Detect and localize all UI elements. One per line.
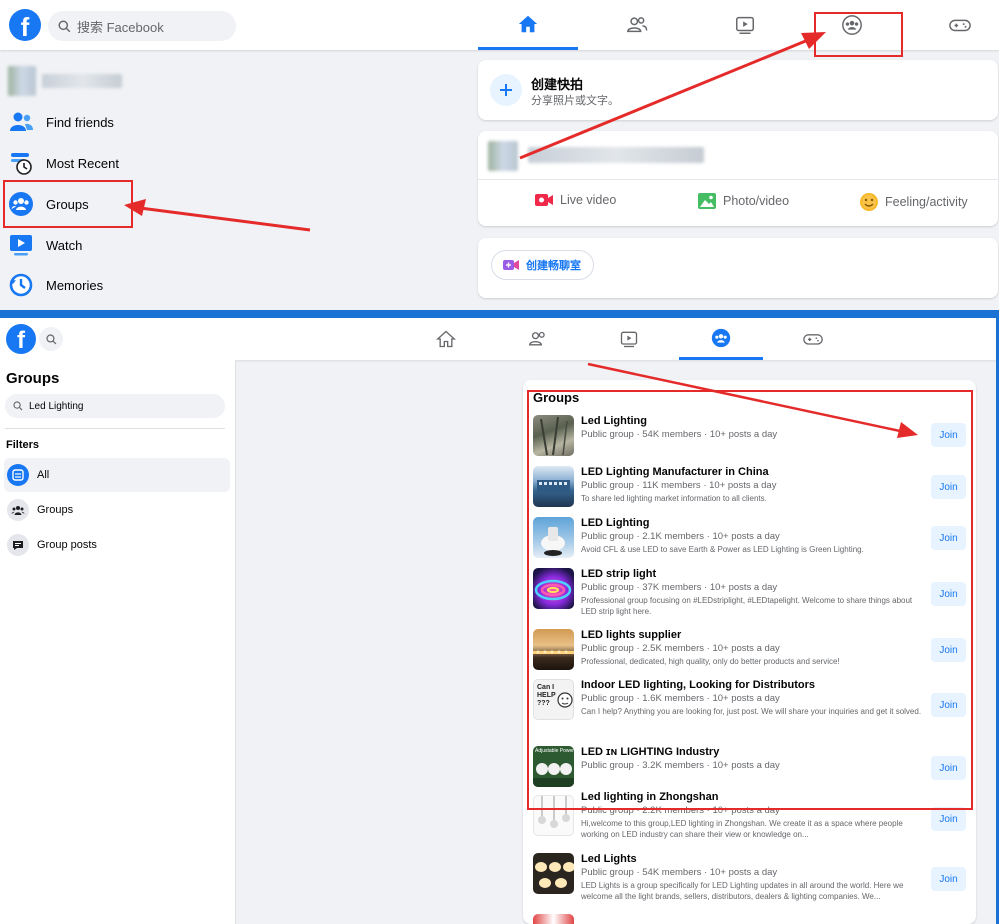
screenshot-divider: [0, 310, 999, 318]
annotation-arrow-bottom: [587, 362, 918, 438]
annotation-arrows-top: [124, 32, 826, 232]
top-screenshot: f 搜索 Facebook Find friends Most Recent G…: [0, 0, 999, 310]
bottom-screenshot: f Groups Led Lighting Filters All Groups…: [0, 318, 999, 924]
